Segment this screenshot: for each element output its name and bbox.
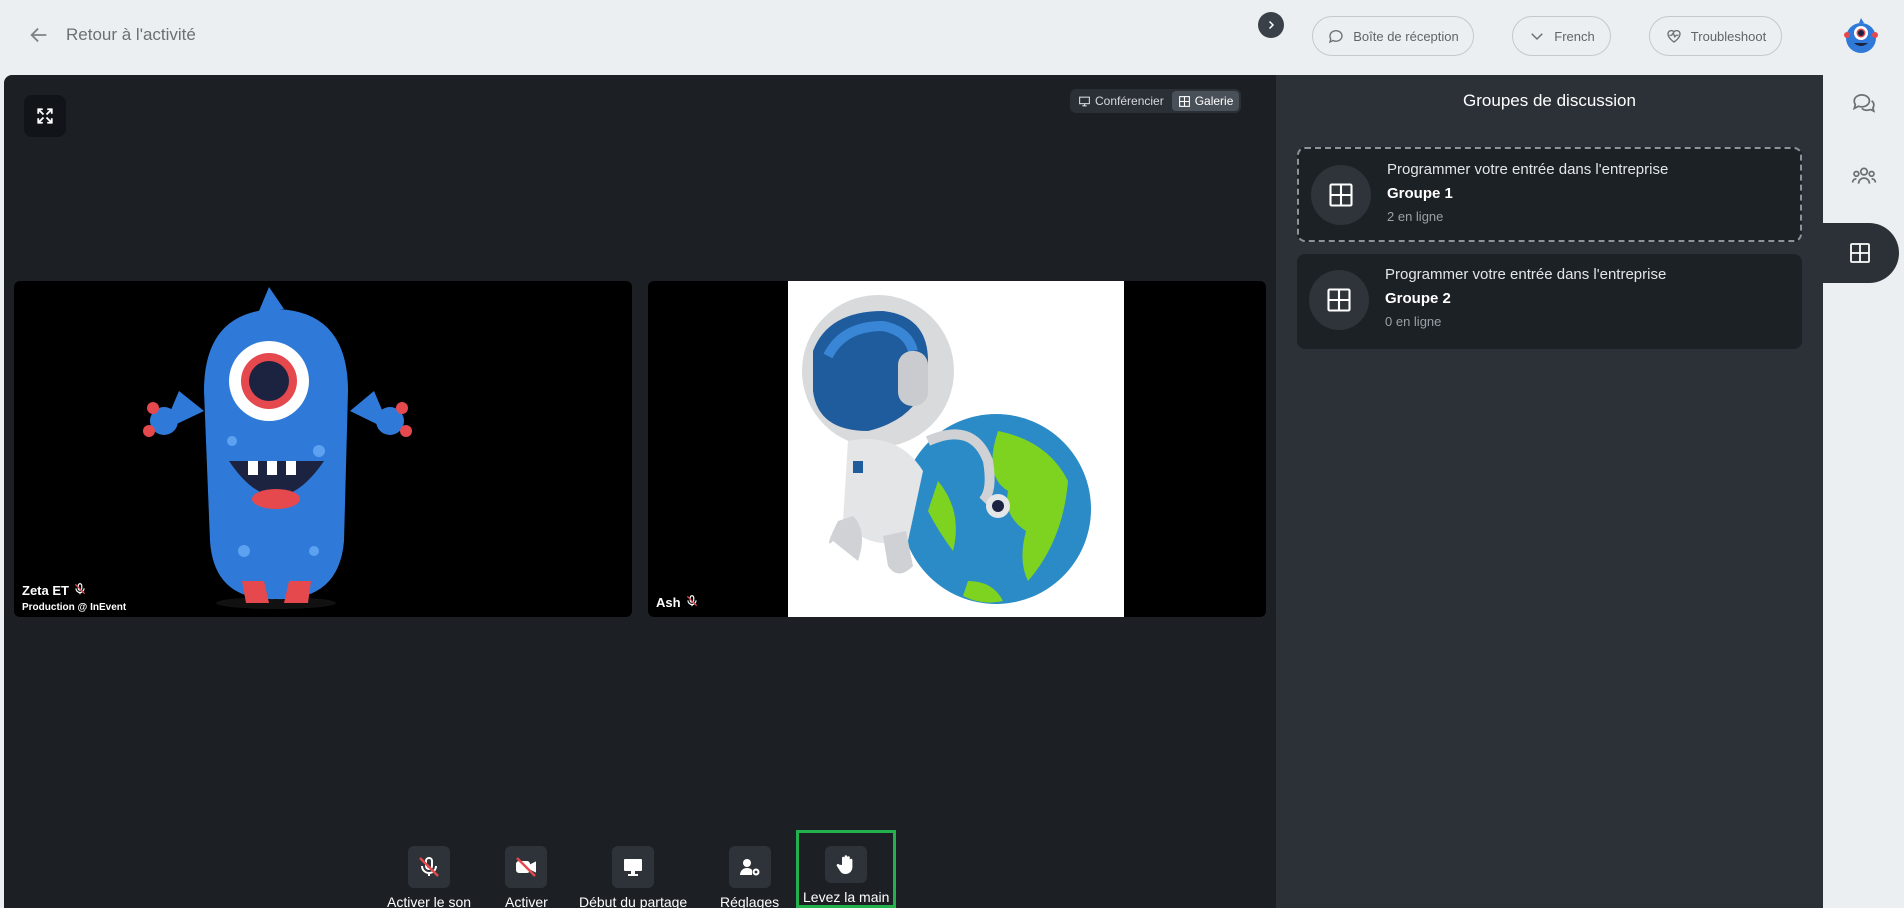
raise-hand-button[interactable]: Levez la main (796, 830, 897, 908)
unmute-label: Activer le son (387, 894, 472, 908)
back-label: Retour à l'activité (66, 25, 196, 44)
video-stage: Conférencier Galerie Zeta ET Production … (4, 75, 1276, 908)
hand-icon (836, 854, 853, 874)
monster-avatar-image (143, 287, 412, 609)
chat-bubble-icon (1852, 94, 1875, 113)
group-online-count: 2 en ligne (1387, 209, 1444, 224)
video-button[interactable]: Activer (505, 830, 548, 908)
astronaut-avatar-image (788, 281, 1124, 617)
arrow-left-icon (30, 27, 47, 43)
group-card-1[interactable]: Programmer votre entrée dans l'entrepris… (1297, 147, 1802, 242)
chat-bubble-icon (1329, 30, 1343, 44)
unmute-button[interactable]: Activer le son (387, 830, 471, 908)
expand-icon (37, 108, 53, 124)
unmute-icon-box (408, 846, 451, 888)
discussion-groups-panel: Groupes de discussion Programmer votre e… (1276, 75, 1823, 908)
user-settings-icon (739, 859, 760, 876)
settings-icon-box (728, 846, 771, 888)
settings-label: Réglages (720, 894, 780, 908)
participant-subtitle: Production @ InEvent (22, 602, 127, 613)
inbox-button[interactable]: Boîte de réception (1312, 16, 1474, 56)
grid-icon (1178, 95, 1190, 107)
grid-icon (1850, 243, 1870, 263)
language-label: French (1554, 28, 1595, 44)
right-rail (1821, 73, 1904, 908)
chat-tab[interactable] (1823, 73, 1904, 133)
view-mode-toggle: Conférencier Galerie (1070, 89, 1242, 113)
troubleshoot-button[interactable]: Troubleshoot (1649, 16, 1782, 56)
share-label: Début du partage (579, 894, 688, 908)
participant-name-text: Ash (656, 595, 681, 610)
group-heading: Programmer votre entrée dans l'entrepris… (1385, 266, 1667, 283)
speaker-view-label: Conférencier (1095, 94, 1164, 108)
back-to-activity-link[interactable]: Retour à l'activité (28, 24, 196, 46)
chevron-right-icon (1268, 20, 1275, 30)
participant-name: Zeta ET (22, 582, 87, 599)
panel-title: Groupes de discussion (1463, 91, 1636, 110)
video-icon-box (505, 846, 548, 888)
monitor-icon (1079, 96, 1090, 106)
group-card-2[interactable]: Programmer votre entrée dans l'entrepris… (1297, 254, 1802, 349)
share-icon-box (612, 846, 655, 888)
gallery-view-label: Galerie (1194, 94, 1234, 108)
collapse-panel-button[interactable] (1258, 12, 1284, 38)
video-tile-zeta: Zeta ET Production @ InEvent (14, 281, 632, 617)
raise-hand-label: Levez la main (803, 889, 890, 905)
group-online-count: 0 en ligne (1385, 314, 1442, 329)
share-screen-button[interactable]: Début du partage (579, 830, 687, 908)
settings-button[interactable]: Réglages (720, 830, 779, 908)
group-heading: Programmer votre entrée dans l'entrepris… (1387, 161, 1669, 178)
language-selector[interactable]: French (1512, 16, 1611, 56)
top-bar: Retour à l'activité Boîte de réception F… (0, 0, 1904, 75)
gallery-view-button[interactable]: Galerie (1171, 91, 1240, 111)
group-icon (1311, 165, 1371, 225)
troubleshoot-label: Troubleshoot (1690, 28, 1767, 44)
user-avatar[interactable] (1840, 15, 1882, 57)
groups-tab[interactable] (1821, 223, 1899, 283)
raise-hand-icon-box (825, 846, 868, 883)
grid-icon (1329, 183, 1353, 207)
speaker-view-button[interactable]: Conférencier (1072, 91, 1170, 111)
inbox-label: Boîte de réception (1353, 28, 1459, 44)
participant-name: Ash (656, 594, 699, 611)
fullscreen-button[interactable] (24, 95, 66, 137)
participant-name-text: Zeta ET (22, 583, 69, 598)
heart-pulse-icon (1667, 29, 1681, 43)
video-tile-ash: Ash (648, 281, 1266, 617)
mic-off-icon (419, 857, 439, 877)
grid-icon (1327, 288, 1351, 312)
monitor-icon (624, 859, 643, 876)
mic-off-icon (685, 594, 699, 611)
mic-off-icon (73, 582, 87, 599)
group-name: Groupe 1 (1387, 185, 1453, 202)
people-tab[interactable] (1823, 146, 1904, 206)
chevron-down-icon (1531, 33, 1544, 41)
group-icon (1309, 270, 1369, 330)
video-off-icon (516, 857, 537, 877)
call-controls-bar: Activer le son Activer Début du partage … (4, 830, 1276, 908)
group-name: Groupe 2 (1385, 290, 1451, 307)
people-icon (1851, 167, 1876, 184)
video-label: Activer (505, 894, 548, 908)
